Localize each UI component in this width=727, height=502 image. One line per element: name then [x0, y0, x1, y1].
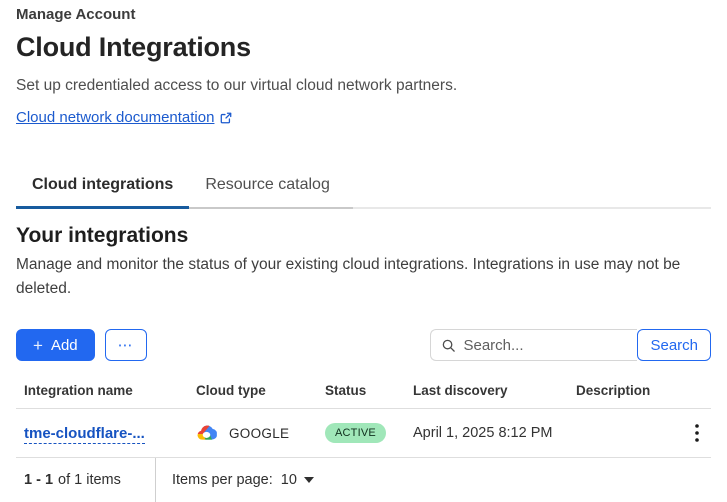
- items-per-page-select[interactable]: 10: [281, 472, 314, 488]
- chevron-down-icon: [304, 477, 314, 483]
- cloud-type-label: GOOGLE: [229, 426, 289, 441]
- kebab-icon: [695, 424, 699, 442]
- items-total: of 1 items: [58, 472, 121, 488]
- section-description: Manage and monitor the status of your ex…: [16, 253, 711, 301]
- description-value: [576, 409, 676, 458]
- col-description: Description: [576, 383, 676, 409]
- page-subtitle: Set up credentialed access to our virtua…: [16, 76, 711, 96]
- tab-label: Cloud integrations: [32, 176, 173, 194]
- search-icon: [441, 338, 456, 353]
- external-link-icon: [220, 112, 232, 124]
- integration-name-link[interactable]: tme-cloudflare-...: [24, 425, 145, 444]
- tab-cloud-integrations[interactable]: Cloud integrations: [16, 163, 189, 209]
- google-cloud-icon: [196, 425, 217, 441]
- plus-icon: +: [33, 337, 43, 354]
- col-integration-name: Integration name: [16, 383, 196, 409]
- doc-link-label: Cloud network documentation: [16, 109, 214, 126]
- col-actions: [676, 383, 711, 409]
- doc-link[interactable]: Cloud network documentation: [16, 109, 232, 126]
- section-heading: Your integrations: [16, 223, 711, 249]
- col-last-discovery: Last discovery: [413, 383, 576, 409]
- search-input[interactable]: [463, 337, 629, 354]
- items-range: 1 - 1: [24, 472, 53, 488]
- overflow-menu-button[interactable]: ⋯: [105, 329, 147, 361]
- table-toolbar: + Add ⋯ Search: [16, 329, 711, 361]
- breadcrumb: Manage Account: [16, 6, 711, 24]
- items-count: 1 - 1 of 1 items: [16, 458, 155, 502]
- page-title: Cloud Integrations: [16, 31, 711, 63]
- table-header-row: Integration name Cloud type Status Last …: [16, 383, 711, 409]
- tab-bar-filler: [353, 163, 711, 209]
- search-box: [430, 329, 637, 361]
- cloud-integrations-page: Manage Account Cloud Integrations Set up…: [0, 0, 727, 502]
- pagination-bar: 1 - 1 of 1 items Items per page: 10: [16, 458, 711, 502]
- last-discovery-value: April 1, 2025 8:12 PM: [413, 409, 576, 458]
- table-row: tme-cloudflare-...: [16, 409, 711, 458]
- items-per-page-value: 10: [281, 472, 297, 488]
- search-button[interactable]: Search: [637, 329, 711, 361]
- add-button-label: Add: [51, 337, 78, 354]
- row-actions-button[interactable]: [687, 420, 707, 446]
- items-per-page: Items per page: 10: [155, 458, 314, 502]
- status-badge: ACTIVE: [325, 423, 386, 443]
- tab-label: Resource catalog: [205, 176, 330, 194]
- overflow-icon: ⋯: [118, 337, 134, 354]
- tab-bar: Cloud integrations Resource catalog: [16, 163, 711, 209]
- col-status: Status: [325, 383, 413, 409]
- col-cloud-type: Cloud type: [196, 383, 325, 409]
- add-button[interactable]: + Add: [16, 329, 95, 361]
- integrations-table: Integration name Cloud type Status Last …: [16, 383, 711, 458]
- tab-resource-catalog[interactable]: Resource catalog: [189, 163, 353, 209]
- items-per-page-label: Items per page:: [172, 472, 273, 488]
- search-group: Search: [430, 329, 711, 361]
